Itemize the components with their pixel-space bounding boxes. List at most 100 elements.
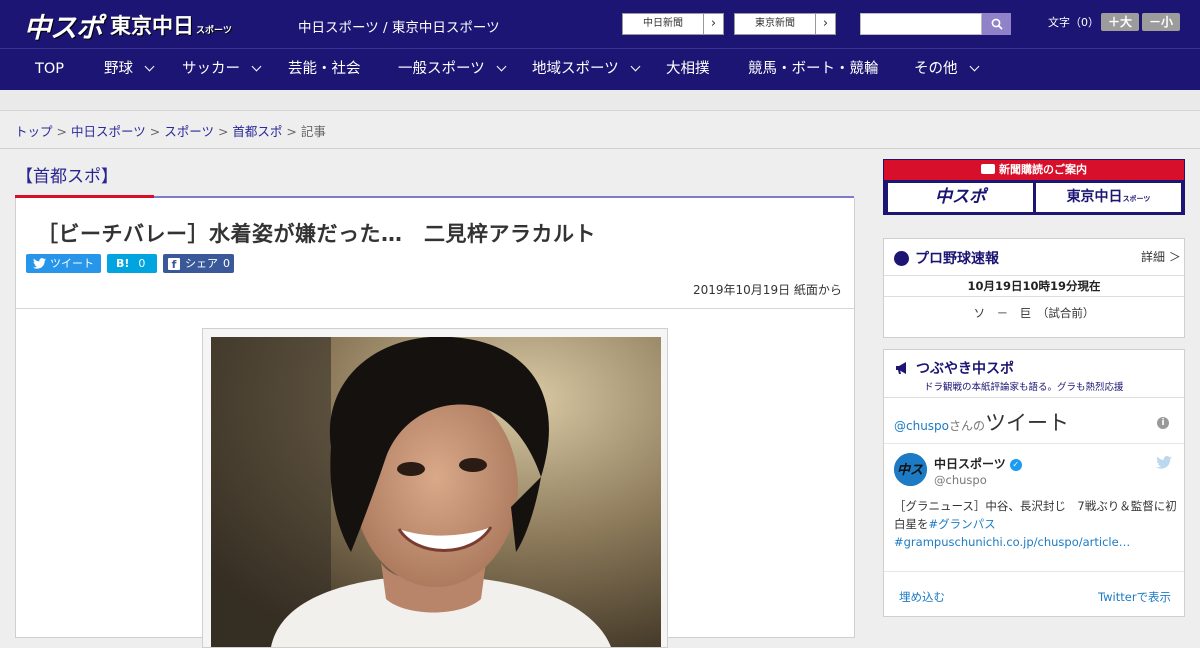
tokyo-chunichi-logo[interactable]: 東京中日 スポーツ: [110, 10, 232, 40]
site-header: 中スポ 東京中日 スポーツ 中日スポーツ / 東京中日スポーツ 中日新聞 › 東京…: [0, 0, 1200, 48]
article-photo[interactable]: [211, 337, 661, 647]
tweets-title-text: つぶやき中スポ: [916, 361, 1014, 377]
section-title: 【首都スポ】: [16, 167, 118, 187]
nav-item-racing[interactable]: 競馬・ボート・競輪: [748, 49, 879, 90]
facebook-share-button[interactable]: f シェア 0: [163, 254, 234, 273]
chevron-right-icon: ›: [703, 14, 723, 34]
athlete-portrait-image: [211, 337, 661, 647]
font-smaller-button[interactable]: －小: [1142, 13, 1180, 31]
tweet-header-san: さんの: [949, 419, 986, 433]
baseball-widget-title: プロ野球速報: [894, 248, 999, 268]
breadcrumb-separator: >: [56, 124, 67, 139]
avatar[interactable]: 中ス: [894, 453, 927, 486]
nav-label: 一般スポーツ: [398, 61, 485, 77]
article-date: 2019年10月19日 紙面から: [693, 283, 842, 297]
tokyo-shimbun-link[interactable]: 東京新聞 ›: [734, 13, 836, 35]
breadcrumb-separator: >: [286, 124, 297, 139]
tweet-url-link[interactable]: #grampuschunichi.co.jp/chuspo/article…: [894, 535, 1130, 549]
divider: [884, 397, 1184, 398]
nav-label: サッカー: [182, 61, 240, 77]
nav-item-general-sports[interactable]: 一般スポーツ: [398, 49, 507, 90]
breadcrumb: トップ > 中日スポーツ > スポーツ > 首都スポ > 記事: [15, 121, 326, 140]
facebook-share-label: シェア: [185, 257, 218, 270]
info-icon[interactable]: i: [1157, 417, 1169, 429]
tweet-author-text: 中日スポーツ: [934, 457, 1006, 471]
article-headline: ［ビーチバレー］水着姿が嫌だった… 二見梓アラカルト: [37, 222, 596, 246]
nav-item-others[interactable]: その他: [914, 49, 979, 90]
chevron-right-icon: ›: [815, 14, 835, 34]
chevron-down-icon: [496, 61, 507, 72]
search-button[interactable]: [982, 13, 1011, 35]
subscription-heading: 新聞購読のご案内: [884, 160, 1184, 180]
svg-text:中ス: 中ス: [897, 462, 923, 478]
breadcrumb-current: 記事: [300, 124, 326, 139]
hatena-count: 0: [138, 257, 146, 270]
font-size-label: 文字（0）: [1048, 16, 1099, 29]
nav-item-soccer[interactable]: サッカー: [182, 49, 262, 90]
search-input[interactable]: [860, 13, 982, 35]
subscribe-tokyo-chunichi-logo[interactable]: 東京中日スポーツ: [1036, 183, 1181, 212]
breadcrumb-chunichi-sports[interactable]: 中日スポーツ: [71, 124, 146, 139]
baseball-title-text: プロ野球速報: [915, 251, 999, 267]
tweets-subtitle: ドラ観戦の本紙評論家も語る。グラも熱烈応援: [924, 382, 1124, 393]
subscribe-tokyo-text: 東京中日: [1066, 189, 1123, 205]
breadcrumb-separator: >: [217, 124, 229, 139]
facebook-icon: f: [168, 257, 180, 271]
tweet-account-link[interactable]: @chuspo: [894, 419, 949, 433]
subscribe-tokyo-small: スポーツ: [1122, 195, 1151, 203]
chevron-down-icon: [630, 61, 641, 72]
baseball-detail-link[interactable]: 詳細 ＞: [1141, 248, 1181, 265]
newspaper-icon: [981, 164, 995, 174]
divider: [0, 148, 1200, 149]
chunichi-shimbun-link[interactable]: 中日新聞 ›: [622, 13, 724, 35]
nav-item-sumo[interactable]: 大相撲: [666, 49, 710, 90]
megaphone-icon: [896, 362, 906, 374]
nav-item-regional-sports[interactable]: 地域スポーツ: [532, 49, 641, 90]
nav-item-baseball[interactable]: 野球: [104, 49, 155, 90]
embed-link[interactable]: 埋め込む: [899, 589, 945, 605]
search-icon: [991, 18, 1003, 30]
subscription-banner[interactable]: 新聞購読のご案内 中スポ 東京中日スポーツ: [883, 159, 1185, 215]
nav-label: 競馬・ボート・競輪: [748, 61, 879, 77]
paper-link-label: 東京新聞: [755, 18, 795, 29]
breadcrumb-sports[interactable]: スポーツ: [164, 124, 214, 139]
tokyo-logo-text: 東京中日: [110, 13, 194, 38]
twitter-bird-icon[interactable]: [1156, 456, 1172, 469]
tweets-widget-title: つぶやき中スポ: [894, 358, 1014, 378]
subscribe-chuspo-logo[interactable]: 中スポ: [888, 183, 1033, 212]
subscription-heading-text: 新聞購読のご案内: [999, 163, 1087, 176]
breadcrumb-shuto-supo[interactable]: 首都スポ: [232, 124, 282, 139]
tweet-share-button[interactable]: ツイート: [26, 254, 101, 273]
divider: [884, 443, 1184, 444]
tweet-hashtag-link[interactable]: #グランパス: [929, 517, 996, 531]
nav-label: 地域スポーツ: [532, 61, 619, 77]
tweet-author-handle[interactable]: @chuspo: [934, 473, 987, 487]
tweet-author-name[interactable]: 中日スポーツ ✓: [934, 455, 1022, 472]
twitter-timeline-widget: つぶやき中スポ ドラ観戦の本紙評論家も語る。グラも熱烈応援 @chuspoさんの…: [883, 349, 1185, 617]
tweet-text: ［グラニュース］中谷、長沢封じ 7戦ぶり＆監督に初白星を#グランパス #gram…: [894, 497, 1179, 551]
divider: [16, 308, 854, 309]
tweet-timeline-header: @chuspoさんのツイート: [894, 407, 1069, 437]
nav-label: 野球: [104, 61, 133, 77]
main-nav: TOP 野球 サッカー 芸能・社会 一般スポーツ 地域スポーツ 大相撲 競馬・ボ…: [0, 48, 1200, 90]
ad-band: [0, 90, 1200, 111]
baseball-scores-widget: プロ野球速報 詳細 ＞ 10月19日10時19分現在 ソ － 巨 （試合前）: [883, 238, 1185, 338]
view-on-twitter-link[interactable]: Twitterで表示: [1098, 589, 1171, 605]
nav-item-top[interactable]: TOP: [35, 49, 64, 90]
hatena-icon: B!: [116, 257, 130, 270]
chuspo-logo[interactable]: 中スポ: [24, 6, 103, 45]
paper-link-label: 中日新聞: [643, 18, 683, 29]
divider: [884, 571, 1184, 572]
chevron-down-icon: [969, 61, 979, 72]
font-larger-button[interactable]: ＋大: [1101, 13, 1139, 31]
nav-label: TOP: [35, 61, 65, 77]
breadcrumb-top[interactable]: トップ: [15, 124, 53, 139]
article: ［ビーチバレー］水着姿が嫌だった… 二見梓アラカルト ツイート B! 0 f シ…: [15, 198, 855, 648]
tweet-share-label: ツイート: [50, 257, 94, 270]
chevron-down-icon: [144, 61, 155, 72]
baseball-icon: [894, 250, 909, 266]
nav-item-entertainment[interactable]: 芸能・社会: [288, 49, 361, 90]
nav-label: 芸能・社会: [288, 61, 361, 77]
baseball-game-score[interactable]: ソ － 巨 （試合前）: [884, 305, 1184, 321]
hatena-bookmark-button[interactable]: B! 0: [107, 254, 157, 273]
